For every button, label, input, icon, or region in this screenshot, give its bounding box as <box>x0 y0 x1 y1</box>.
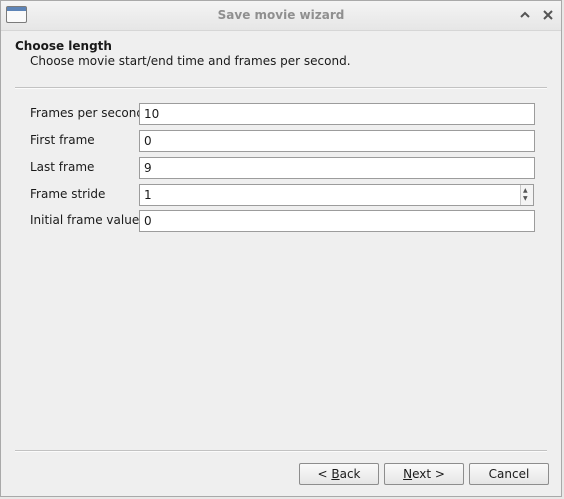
back-label-rest: ack <box>339 467 361 481</box>
close-button[interactable] <box>539 6 557 24</box>
page-subtitle: Choose movie start/end time and frames p… <box>30 54 351 68</box>
fps-input[interactable]: 10 <box>139 103 535 125</box>
maximize-button[interactable] <box>516 6 534 24</box>
first-frame-input[interactable]: 0 <box>139 130 535 152</box>
spin-up-icon[interactable]: ▲ <box>523 188 528 194</box>
next-label-rest: ext > <box>412 467 445 481</box>
initial-frame-label: Initial frame value <box>30 213 140 227</box>
back-button[interactable]: < Back <box>299 463 379 485</box>
next-button[interactable]: Next > <box>384 463 464 485</box>
frame-stride-spinner[interactable]: 1 ▲ ▼ <box>139 184 534 206</box>
title-bar: Save movie wizard <box>1 1 561 31</box>
spinner-buttons[interactable]: ▲ ▼ <box>520 185 533 205</box>
frame-stride-value: 1 <box>144 188 152 202</box>
page-title: Choose length <box>15 39 112 53</box>
chevron-up-icon <box>520 11 530 18</box>
last-frame-input[interactable]: 9 <box>139 157 535 179</box>
next-mnemonic: N <box>403 467 413 481</box>
fps-label: Frames per second <box>30 106 144 120</box>
footer-divider <box>15 450 547 452</box>
cancel-button[interactable]: Cancel <box>469 463 549 485</box>
back-prefix: < <box>317 467 332 481</box>
first-frame-label: First frame <box>30 133 95 147</box>
window-title: Save movie wizard <box>217 8 345 22</box>
last-frame-label: Last frame <box>30 160 95 174</box>
back-mnemonic: B <box>331 467 340 481</box>
close-icon <box>543 10 553 20</box>
wizard-window: Save movie wizard Choose length Choose m… <box>0 0 562 497</box>
frame-stride-label: Frame stride <box>30 187 106 201</box>
spin-down-icon[interactable]: ▼ <box>523 196 528 202</box>
initial-frame-input[interactable]: 0 <box>139 210 535 232</box>
header-divider <box>15 87 547 89</box>
